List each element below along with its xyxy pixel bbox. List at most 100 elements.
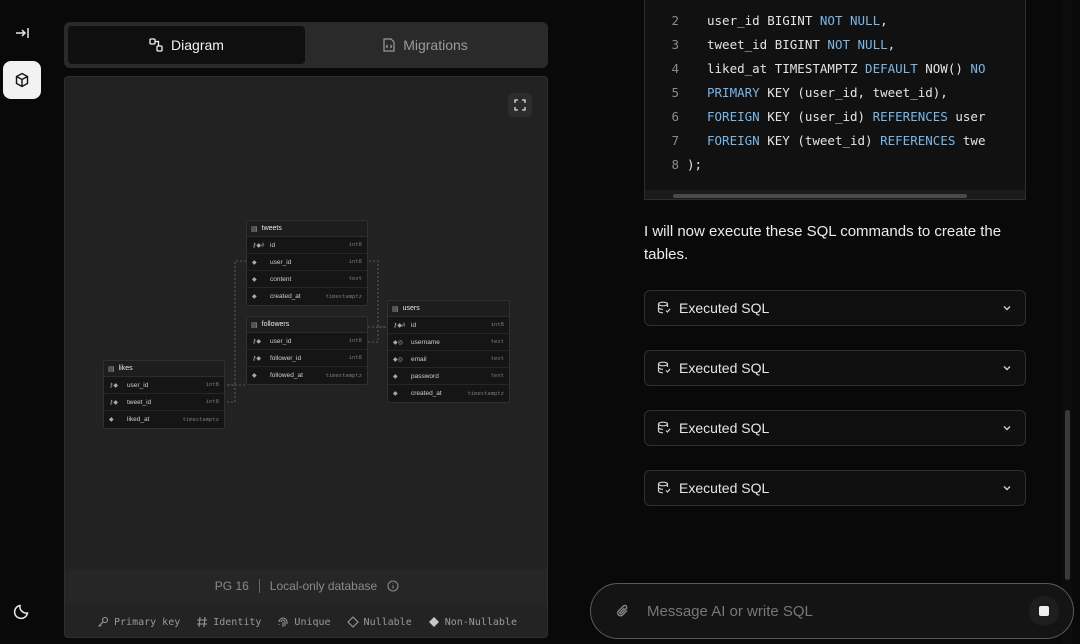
theme-toggle-button[interactable] xyxy=(3,592,41,630)
stop-button[interactable] xyxy=(1029,596,1059,626)
line-number: 5 xyxy=(671,84,679,100)
diagram-canvas[interactable]: ▤ tweets ⚷◆# id int8 ◆ user_id int8 ◆ content… xyxy=(65,77,547,569)
er-column: ◆ password text xyxy=(388,368,509,385)
er-column: ⚷◆ follower_id int8 xyxy=(247,350,367,367)
table-icon: ▤ xyxy=(251,321,258,329)
non-nullable-icon: ◆ xyxy=(252,294,257,300)
divider xyxy=(258,579,260,593)
message-input[interactable] xyxy=(647,602,1029,620)
code-scrollbar-thumb[interactable] xyxy=(673,194,967,198)
code-line: 5 PRIMARY KEY (user_id, tweet_id), xyxy=(645,80,1025,104)
code-text: tweet_id BIGINT NOT NULL, xyxy=(707,36,896,52)
line-number: 4 xyxy=(671,60,679,76)
er-table-users[interactable]: ▤ users ⚷◆# id int8 ◆◎ username text ◆◎ email… xyxy=(387,300,510,403)
diagram-icon xyxy=(149,38,163,52)
diamond-filled-icon xyxy=(428,617,439,627)
info-icon[interactable] xyxy=(387,580,399,592)
er-column: ◆◎ username text xyxy=(388,334,509,351)
primary-key-icon: ⚷◆ xyxy=(109,399,119,406)
executed-sql-accordion[interactable]: Executed SQL xyxy=(644,350,1026,386)
schema-panel: Diagram Migrations ▤ tweets ⚷◆# id int8 … xyxy=(64,22,548,638)
code-text: liked_at TIMESTAMPTZ DEFAULT NOW() NO xyxy=(707,60,986,76)
line-number: 7 xyxy=(671,132,679,148)
er-column: ⚷◆ user_id int8 xyxy=(104,377,224,394)
assistant-message: I will now execute these SQL commands to… xyxy=(644,223,1002,263)
executed-sql-accordion[interactable]: Executed SQL xyxy=(644,470,1026,506)
tab-migrations[interactable]: Migrations xyxy=(307,26,544,64)
database-button[interactable] xyxy=(3,61,41,99)
database-info-bar: PG 16 Local-only database xyxy=(65,569,547,603)
chat-scrollbar-thumb[interactable] xyxy=(1065,410,1070,580)
non-nullable-icon: ◆ xyxy=(252,276,257,283)
code-line: 2 user_id BIGINT NOT NULL, xyxy=(645,8,1025,32)
er-column: ⚷◆ tweet_id int8 xyxy=(104,394,224,411)
er-table-followers[interactable]: ▤ followers ⚷◆ user_id int8 ⚷◆ follower_id i… xyxy=(246,316,368,385)
postgres-version: PG 16 xyxy=(214,579,249,593)
collapse-sidebar-button[interactable] xyxy=(3,14,41,52)
unique-icon: ◆◎ xyxy=(393,339,403,346)
legend-non-nullable: Non-Nullable xyxy=(428,616,517,628)
code-text: FOREIGN KEY (user_id) REFERENCES user xyxy=(707,108,986,124)
diagram-area: ▤ tweets ⚷◆# id int8 ◆ user_id int8 ◆ content… xyxy=(64,76,548,638)
hash-icon xyxy=(197,616,208,628)
legend-nullable: Nullable xyxy=(346,616,412,628)
arrow-right-to-line-icon xyxy=(16,28,29,38)
er-table-name: followers xyxy=(261,321,290,328)
fingerprint-icon xyxy=(278,617,288,627)
er-table-name: tweets xyxy=(261,225,282,232)
er-column: ⚷◆# id int8 xyxy=(388,317,509,334)
chevron-down-icon xyxy=(1003,366,1011,371)
left-rail xyxy=(0,0,52,644)
line-number: 8 xyxy=(671,156,679,172)
tab-migrations-label: Migrations xyxy=(403,37,468,53)
er-table-likes[interactable]: ▤ likes ⚷◆ user_id int8 ⚷◆ tweet_id int8 ◆ li… xyxy=(103,360,225,429)
executed-sql-accordion[interactable]: Executed SQL xyxy=(644,290,1026,326)
non-nullable-icon: ◆ xyxy=(393,373,398,380)
er-column: ◆◎ email text xyxy=(388,351,509,368)
primary-key-icon: ⚷◆ xyxy=(252,355,262,362)
code-text: ); xyxy=(687,156,703,172)
executed-sql-label: Executed SQL xyxy=(679,300,770,316)
table-icon: ▤ xyxy=(251,225,258,233)
er-table-header: ▤ tweets xyxy=(247,221,367,237)
database-icon xyxy=(657,301,671,314)
database-mode: Local-only database xyxy=(269,579,378,593)
primary-key-icon: ⚷◆ xyxy=(252,338,262,345)
legend-primary-key: Primary key xyxy=(97,616,180,628)
er-table-tweets[interactable]: ▤ tweets ⚷◆# id int8 ◆ user_id int8 ◆ content… xyxy=(246,220,368,306)
chevron-down-icon xyxy=(1003,306,1011,311)
executed-sql-label: Executed SQL xyxy=(679,420,770,436)
legend-unique: Unique xyxy=(277,616,331,628)
file-code-icon xyxy=(383,38,395,52)
chevron-down-icon xyxy=(1003,426,1011,431)
diagram-legend: Primary key Identity Unique Nullable Non… xyxy=(65,605,547,637)
database-icon xyxy=(657,421,671,434)
non-nullable-icon: ◆ xyxy=(252,373,257,379)
er-table-header: ▤ followers xyxy=(247,317,367,333)
key-icon xyxy=(98,616,109,627)
er-column: ◆ followed_at timestamptz xyxy=(252,372,362,379)
table-icon: ▤ xyxy=(108,365,115,373)
primary-key-icon: ⚷◆# xyxy=(393,322,406,329)
executed-sql-accordion[interactable]: Executed SQL xyxy=(644,410,1026,446)
message-composer xyxy=(590,583,1074,639)
code-line: 6 FOREIGN KEY (user_id) REFERENCES user xyxy=(645,104,1025,128)
tab-diagram[interactable]: Diagram xyxy=(68,26,305,64)
tab-diagram-label: Diagram xyxy=(171,37,224,53)
er-table-name: likes xyxy=(118,365,133,372)
line-number: 2 xyxy=(671,12,679,28)
attach-button[interactable] xyxy=(613,603,633,619)
er-column: ◆ liked_at timestamptz xyxy=(109,416,219,423)
code-line: 4 liked_at TIMESTAMPTZ DEFAULT NOW() NO xyxy=(645,56,1025,80)
executed-sql-label: Executed SQL xyxy=(679,360,770,376)
er-column: ◆ content text xyxy=(247,271,367,288)
code-text: PRIMARY KEY (user_id, tweet_id), xyxy=(707,84,948,100)
moon-icon xyxy=(13,604,29,620)
er-column: ◆ created_at timestamptz xyxy=(393,390,504,397)
code-line: 3 tweet_id BIGINT NOT NULL, xyxy=(645,32,1025,56)
stop-icon xyxy=(1039,606,1049,616)
code-text: FOREIGN KEY (tweet_id) REFERENCES twe xyxy=(707,132,986,148)
non-nullable-icon: ◆ xyxy=(252,259,257,266)
er-table-name: users xyxy=(402,305,420,312)
paperclip-icon xyxy=(617,604,628,617)
